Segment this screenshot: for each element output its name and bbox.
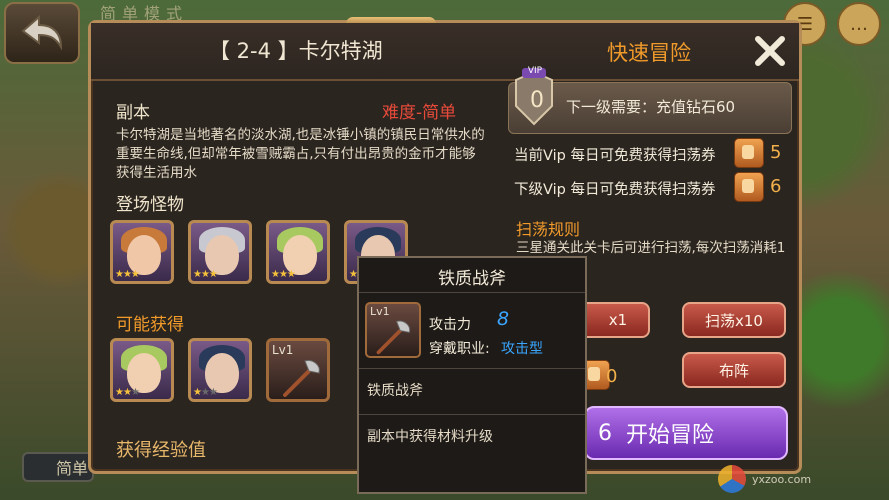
drop-slot[interactable]: ★★★	[110, 338, 174, 402]
mode-button-label: 简单	[56, 459, 89, 478]
watermark: yxzoo.com	[718, 462, 878, 496]
star-rating: ★★★	[115, 269, 140, 280]
item-tooltip: 铁质战斧 Lv1 攻击力 8 穿戴职业: 攻击型 铁质战斧 副本中获得材料升级	[357, 256, 587, 494]
vip-next-need: 下一级需要：充值钻石60	[566, 98, 736, 116]
job-label: 穿戴职业:	[429, 341, 490, 357]
close-button[interactable]	[749, 31, 791, 71]
axe-icon	[283, 360, 320, 397]
chat-icon[interactable]: …	[837, 2, 881, 46]
mode-button[interactable]: 简单	[22, 452, 94, 482]
sweep-ticket-count: 0	[606, 366, 618, 387]
formation-button[interactable]: 布阵	[682, 352, 786, 388]
formation-label: 布阵	[718, 361, 749, 380]
star-rating: ★★★	[193, 387, 218, 398]
stage-title: 【 2-4 】卡尔特湖	[209, 39, 383, 63]
monsters-label: 登场怪物	[116, 195, 184, 215]
drop-item-axe[interactable]: Lv1	[266, 338, 330, 402]
attack-label: 攻击力	[429, 317, 471, 333]
next-vip-row: 下级Vip 每日可免费获得扫荡券	[514, 182, 716, 198]
sweep-x1-label: x1	[608, 311, 628, 329]
stamina-cost: 6	[598, 420, 612, 446]
job-value: 攻击型	[501, 341, 543, 357]
vip-level: 0	[530, 88, 544, 113]
rules-title: 扫荡规则	[516, 220, 581, 239]
sweep-x10-label: 扫荡x10	[705, 311, 763, 330]
watermark-text: yxzoo.com	[752, 472, 812, 486]
star-rating: ★★★	[193, 269, 218, 280]
close-icon	[755, 36, 785, 66]
quick-adventure-title: 快速冒险	[607, 41, 691, 65]
sweep-ticket-icon	[734, 172, 764, 202]
divider	[359, 368, 585, 369]
attack-value: 8	[497, 308, 510, 330]
sweep-ticket-icon	[734, 138, 764, 168]
monster-slot[interactable]: ★★★	[266, 220, 330, 284]
drops-label: 可能获得	[116, 315, 184, 335]
tooltip-title: 铁质战斧	[438, 269, 506, 289]
stage-label: 副本	[116, 103, 150, 123]
monster-slot[interactable]: ★★★	[188, 220, 252, 284]
exp-label: 获得经验值	[116, 440, 206, 461]
vip-badge: VIP	[527, 66, 543, 76]
tooltip-item-desc: 副本中获得材料升级	[367, 429, 493, 445]
axe-icon	[376, 320, 411, 355]
tooltip-item-name: 铁质战斧	[367, 383, 423, 399]
watermark-logo-icon	[718, 465, 746, 493]
dialog-header: 【 2-4 】卡尔特湖 快速冒险	[91, 23, 799, 81]
back-arrow-icon	[21, 14, 63, 51]
start-adventure-label: 开始冒险	[626, 423, 715, 448]
current-vip-count: 5	[770, 142, 782, 163]
divider	[359, 414, 585, 415]
star-rating: ★★★	[271, 269, 296, 280]
stage-description: 卡尔特湖是当地著名的淡水湖,也是冰锤小镇的镇民日常供水的重要生命线,但却常年被雪…	[116, 127, 485, 181]
tooltip-item-icon: Lv1	[365, 302, 421, 358]
current-vip-row: 当前Vip 每日可免费获得扫荡券	[514, 148, 716, 164]
difficulty-label: 难度-简单	[382, 103, 457, 123]
back-button[interactable]	[4, 2, 80, 64]
divider	[359, 292, 585, 293]
start-adventure-button[interactable]: 6 开始冒险	[584, 406, 788, 460]
star-rating: ★★★	[115, 387, 140, 398]
sweep-x10-button[interactable]: 扫荡x10	[682, 302, 786, 338]
drop-slot[interactable]: ★★★	[188, 338, 252, 402]
next-vip-count: 6	[770, 176, 782, 197]
monster-slot[interactable]: ★★★	[110, 220, 174, 284]
